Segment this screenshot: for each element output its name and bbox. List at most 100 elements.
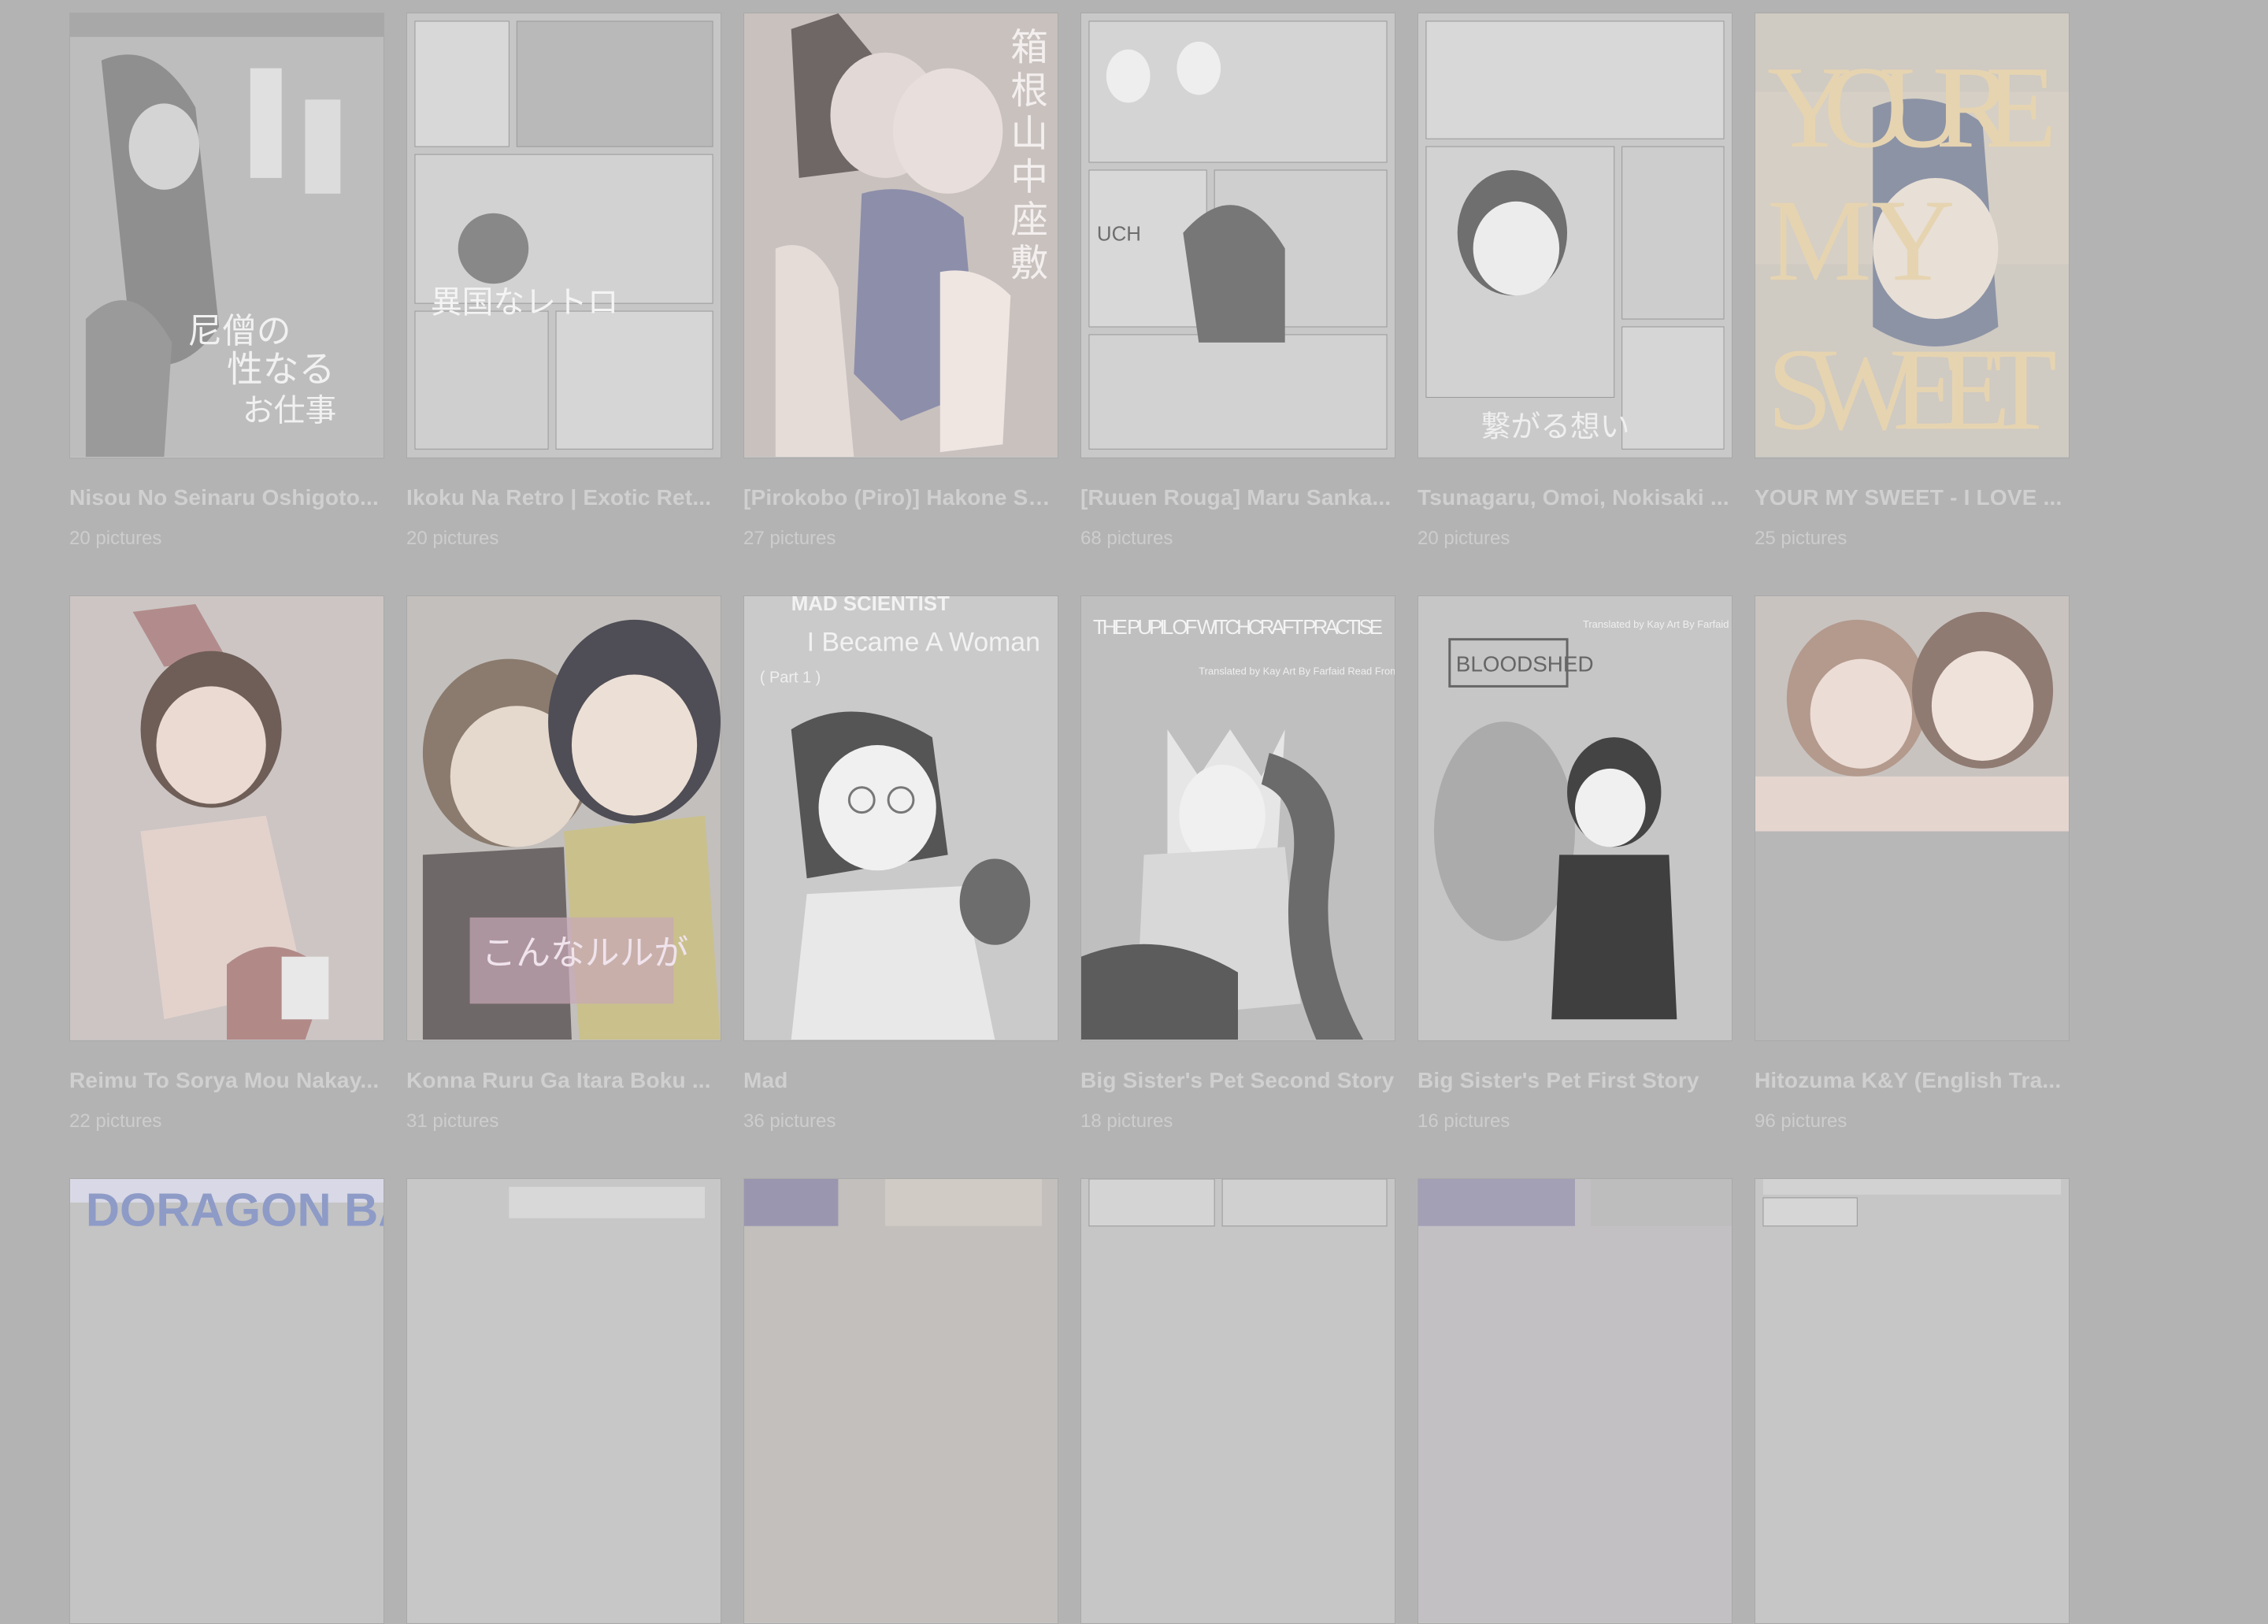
gallery-card[interactable]	[1080, 1178, 1395, 1624]
cover-thumbnail[interactable]: YOURE MY SWEET	[1755, 13, 2070, 458]
svg-text:繋がる想い: 繋がる想い	[1481, 409, 1630, 443]
cover-art: 繋がる想い	[1418, 13, 1732, 458]
cover-thumbnail[interactable]: こんなルルが	[406, 595, 721, 1041]
cover-thumbnail[interactable]: MAD SCIENTIST I Became A Woman ( Part 1 …	[743, 595, 1058, 1041]
gallery-card[interactable]: 異国なレトロ Ikoku Na Retro | Exotic Ret... 20…	[406, 13, 721, 550]
gallery-card[interactable]: 尼僧の 性なる お仕事 Nisou No Seinaru Oshigoto...…	[69, 13, 384, 550]
svg-text:SWEET: SWEET	[1767, 324, 2057, 454]
cover-art	[407, 1179, 721, 1623]
cover-thumbnail[interactable]	[743, 1178, 1058, 1624]
picture-count: 31 pictures	[406, 1110, 499, 1132]
cover-art: DORAGON BALL	[70, 1179, 384, 1623]
svg-text:箱: 箱	[1010, 27, 1048, 70]
cover-line-top: MAD SCIENTIST	[791, 596, 950, 615]
cover-art	[1081, 1179, 1395, 1623]
cover-thumbnail[interactable]	[1080, 1178, 1395, 1624]
cover-logo: BLOODSHED	[1456, 652, 1594, 677]
cover-art: こんなルルが	[407, 596, 721, 1040]
gallery-row-1: 尼僧の 性なる お仕事 Nisou No Seinaru Oshigoto...…	[69, 13, 2070, 550]
cover-title-line1: YOURE	[1767, 43, 2057, 172]
svg-text:山: 山	[1010, 113, 1048, 156]
cover-thumbnail[interactable]: THE PUPIL OF WITCHCRAFT PRACTISE Transla…	[1080, 595, 1395, 1041]
gallery-card[interactable]: YOURE MY SWEET YOUR MY SWEET - I LOVE ..…	[1755, 13, 2070, 550]
svg-text:MY: MY	[1767, 176, 1955, 306]
cover-line-top: THE PUPIL OF WITCHCRAFT PRACTISE	[1093, 617, 1383, 639]
cover-thumbnail[interactable]: UCH	[1080, 13, 1395, 458]
cover-thumbnail[interactable]: DORAGON BALL	[69, 1178, 384, 1624]
picture-count: 20 pictures	[69, 528, 162, 549]
gallery-card[interactable]	[406, 1178, 721, 1624]
cover-line-sub: I Became A Woman	[807, 628, 1040, 658]
gallery-card[interactable]: 繋がる想い Tsunagaru, Omoi, Nokisaki ... 20 p…	[1418, 13, 1732, 550]
gallery-row-3: DORAGON BALL	[69, 1178, 2070, 1624]
cover-thumbnail[interactable]	[1418, 1178, 1732, 1624]
gallery-title[interactable]: [Ruuen Rouga] Maru Sanka...	[1080, 485, 1395, 510]
gallery-title[interactable]: Konna Ruru Ga Itara Boku ...	[406, 1068, 721, 1093]
picture-count: 20 pictures	[1418, 528, 1510, 549]
cover-art: 尼僧の 性なる お仕事	[70, 13, 384, 458]
picture-count: 68 pictures	[1080, 528, 1173, 549]
gallery-title[interactable]: Mad	[743, 1068, 1058, 1093]
cover-line-part: ( Part 1 )	[760, 669, 821, 686]
gallery-card[interactable]: DORAGON BALL	[69, 1178, 384, 1624]
cover-art	[1755, 1179, 2069, 1623]
gallery-title[interactable]: [Pirokobo (Piro)] Hakone Sa...	[743, 485, 1058, 510]
picture-count: 20 pictures	[406, 528, 499, 549]
cover-thumbnail[interactable]	[69, 595, 384, 1041]
cover-thumbnail[interactable]	[1755, 1178, 2070, 1624]
cover-thumbnail[interactable]: 箱 根 山 中 座 敷	[743, 13, 1058, 458]
gallery-title[interactable]: YOUR MY SWEET - I LOVE ...	[1755, 485, 2070, 510]
svg-text:こんなルルが: こんなルルが	[482, 933, 689, 973]
cover-art	[70, 596, 384, 1040]
cover-thumbnail[interactable]: BLOODSHED Translated by Kay Art By Farfa…	[1418, 595, 1732, 1041]
cover-art	[1755, 596, 2069, 1040]
svg-text:中: 中	[1010, 156, 1048, 199]
gallery-card[interactable]: THE PUPIL OF WITCHCRAFT PRACTISE Transla…	[1080, 595, 1395, 1133]
cover-thumbnail[interactable]: 尼僧の 性なる お仕事	[69, 13, 384, 458]
gallery-row-2: Reimu To Sorya Mou Nakay... 22 pictures …	[69, 595, 2070, 1133]
svg-text:座: 座	[1010, 199, 1048, 243]
cover-thumbnail[interactable]: 繋がる想い	[1418, 13, 1732, 458]
cover-credit: Translated by Kay Art By Farfaid Read Fr…	[1199, 666, 1395, 677]
cover-thumbnail[interactable]	[1755, 595, 2070, 1041]
picture-count: 16 pictures	[1418, 1110, 1510, 1132]
gallery-title[interactable]: Reimu To Sorya Mou Nakay...	[69, 1068, 384, 1093]
picture-count: 18 pictures	[1080, 1110, 1173, 1132]
picture-count: 36 pictures	[743, 1110, 836, 1132]
gallery-title[interactable]: Ikoku Na Retro | Exotic Ret...	[406, 485, 721, 510]
cover-art	[1418, 1179, 1732, 1623]
gallery-card[interactable]: Hitozuma K&Y (English Tra... 96 pictures	[1755, 595, 2070, 1133]
gallery-card[interactable]: BLOODSHED Translated by Kay Art By Farfa…	[1418, 595, 1732, 1133]
cover-art: MAD SCIENTIST I Became A Woman ( Part 1 …	[744, 596, 1058, 1040]
picture-count: 27 pictures	[743, 528, 836, 549]
svg-text:敷: 敷	[1010, 242, 1048, 285]
gallery-card[interactable]: こんなルルが Konna Ruru Ga Itara Boku ... 31 p…	[406, 595, 721, 1133]
gallery-title[interactable]: Big Sister's Pet First Story	[1418, 1068, 1732, 1093]
gallery-title[interactable]: Hitozuma K&Y (English Tra...	[1755, 1068, 2070, 1093]
gallery-title[interactable]: Big Sister's Pet Second Story	[1080, 1068, 1395, 1093]
gallery-card[interactable]: MAD SCIENTIST I Became A Woman ( Part 1 …	[743, 595, 1058, 1133]
svg-text:異国なレトロ: 異国なレトロ	[431, 284, 619, 321]
gallery-card[interactable]: Reimu To Sorya Mou Nakay... 22 pictures	[69, 595, 384, 1133]
cover-art	[744, 1179, 1058, 1623]
cover-credit: Translated by Kay Art By Farfaid Read Fr…	[1583, 618, 1732, 630]
uch-text: UCH	[1097, 224, 1141, 246]
cover-art: 異国なレトロ	[407, 13, 721, 458]
gallery-card[interactable]: 箱 根 山 中 座 敷 [Pirokobo (Piro)] Hakone Sa.…	[743, 13, 1058, 550]
picture-count: 96 pictures	[1755, 1110, 1847, 1132]
cover-thumbnail[interactable]	[406, 1178, 721, 1624]
cover-art: BLOODSHED Translated by Kay Art By Farfa…	[1418, 596, 1732, 1040]
gallery-card[interactable]	[1418, 1178, 1732, 1624]
cover-thumbnail[interactable]: 異国なレトロ	[406, 13, 721, 458]
gallery-title[interactable]: Tsunagaru, Omoi, Nokisaki ...	[1418, 485, 1732, 510]
gallery-card[interactable]	[743, 1178, 1058, 1624]
cover-art: YOURE MY SWEET	[1755, 13, 2069, 458]
cover-art: 箱 根 山 中 座 敷	[744, 13, 1058, 458]
gallery-title[interactable]: Nisou No Seinaru Oshigoto...	[69, 485, 384, 510]
svg-text:性なる: 性なる	[227, 349, 335, 391]
picture-count: 22 pictures	[69, 1110, 162, 1132]
gallery-card[interactable]: UCH [Ruuen Rouga] Maru Sanka... 68 pictu…	[1080, 13, 1395, 550]
svg-text:根: 根	[1010, 69, 1048, 113]
svg-text:尼僧の: 尼僧の	[187, 311, 291, 351]
gallery-card[interactable]	[1755, 1178, 2070, 1624]
